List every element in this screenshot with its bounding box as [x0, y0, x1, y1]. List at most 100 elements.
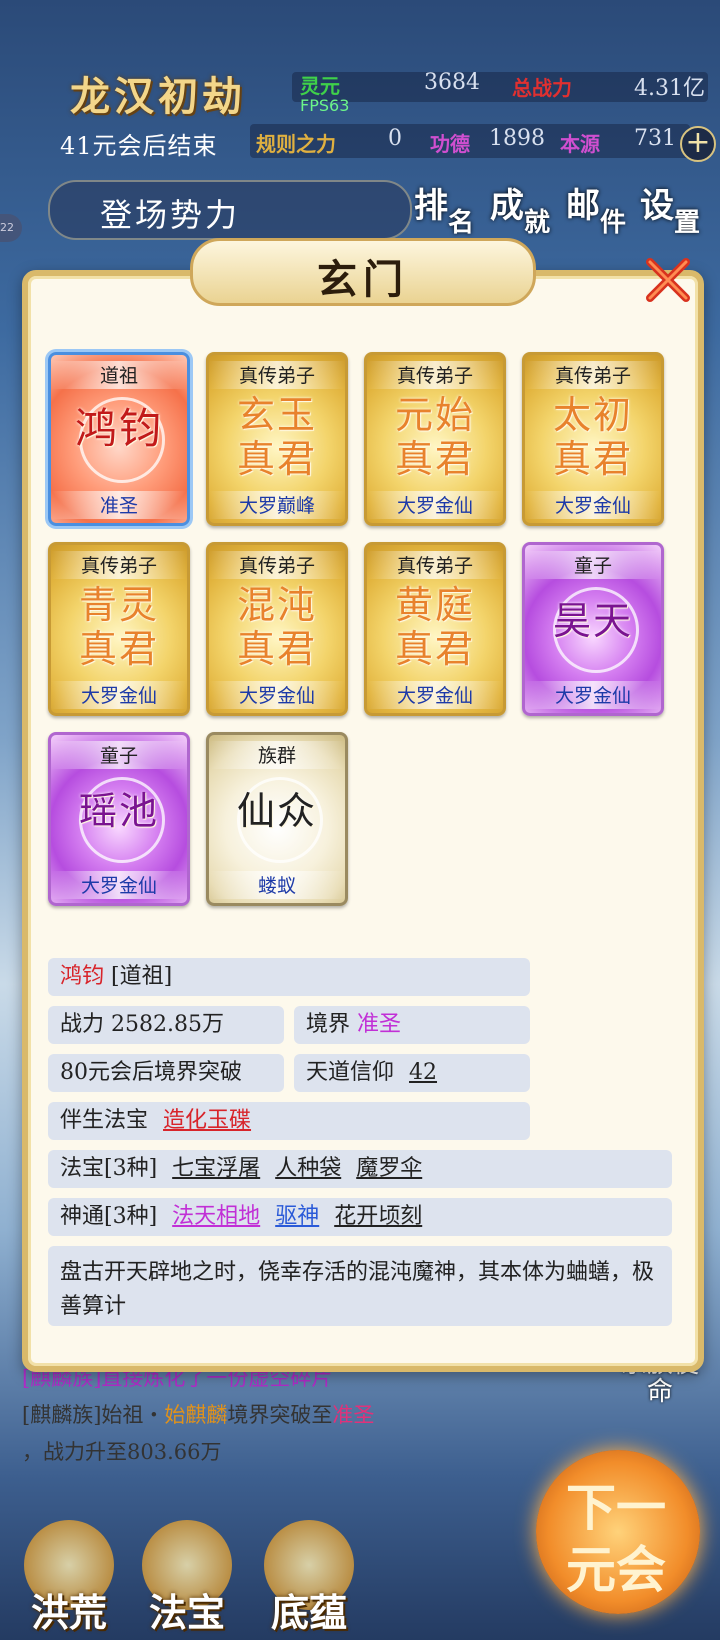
- card-name: 元始真君: [394, 393, 475, 481]
- nav-honghuang-button[interactable]: 洪荒: [14, 1520, 124, 1635]
- card-role: 真传弟子: [367, 361, 503, 389]
- fps-counter: FPS63: [300, 96, 350, 115]
- log-text-2a: 始祖・: [101, 1403, 165, 1427]
- nav-treasure-button[interactable]: 法宝: [132, 1520, 242, 1635]
- card-name: 昊天: [552, 599, 633, 643]
- stat-value-origin: 731: [634, 126, 676, 151]
- stat-label-lingyuan: 灵元: [300, 74, 340, 98]
- treasure-link-1[interactable]: 七宝浮屠: [172, 1156, 260, 1181]
- info-power-label: 战力: [60, 1012, 105, 1037]
- card-realm: 准圣: [51, 491, 187, 519]
- info-description: 盘古开天辟地之时，侥幸存活的混沌魔神，其本体为蛐蟮，极善算计: [48, 1246, 672, 1326]
- mail-button[interactable]: 邮 件: [566, 178, 636, 238]
- dialog-title: 玄门: [317, 256, 409, 303]
- card-role: 真传弟子: [525, 361, 661, 389]
- active-forces-button[interactable]: 登场势力: [48, 180, 412, 240]
- info-faith-row: 天道信仰 42: [294, 1054, 530, 1092]
- stat-label-origin: 本源: [560, 132, 600, 156]
- next-era-button[interactable]: 下一 元会: [536, 1450, 700, 1614]
- achievement-button[interactable]: 成 就: [490, 178, 560, 238]
- member-card[interactable]: 真传弟子混沌真君大罗金仙: [206, 542, 348, 716]
- info-name: 鸿钧: [60, 964, 105, 989]
- info-breakthrough-row: 80元会后境界突破: [48, 1054, 284, 1092]
- settings-label-b: 置: [674, 208, 701, 238]
- dialog-title-banner: 玄门: [190, 238, 536, 306]
- card-role: 童子: [51, 741, 187, 769]
- log-line-3: ，战力升至803.66万: [22, 1440, 222, 1464]
- close-icon: [646, 258, 690, 302]
- nav-heritage-button[interactable]: 底蕴: [254, 1520, 364, 1635]
- card-realm: 大罗巅峰: [209, 491, 345, 519]
- mail-label-a: 邮: [566, 186, 600, 226]
- stat-label-rule-power: 规则之力: [256, 132, 336, 156]
- card-role: 真传弟子: [209, 361, 345, 389]
- info-treasures-label: 法宝[3种]: [60, 1156, 158, 1181]
- nav-honghuang-label: 洪荒: [30, 1590, 107, 1635]
- card-role: 真传弟子: [51, 551, 187, 579]
- stat-label-total-power: 总战力: [512, 76, 572, 100]
- info-faith-label: 天道信仰: [306, 1060, 395, 1085]
- stat-label-merit: 功德: [430, 132, 470, 156]
- member-card[interactable]: 真传弟子玄玉真君大罗巅峰: [206, 352, 348, 526]
- settings-label-a: 设: [640, 186, 674, 226]
- card-name: 玄玉真君: [236, 393, 317, 481]
- achievement-label-b: 就: [524, 208, 551, 238]
- next-era-label-2: 元会: [566, 1540, 666, 1599]
- settings-button[interactable]: 设 置: [640, 178, 710, 238]
- info-powers-row: 神通[3种] 法天相地 驱神 花开顷刻: [48, 1198, 672, 1236]
- info-role: [道祖]: [111, 964, 173, 989]
- info-faith-value[interactable]: 42: [409, 1060, 437, 1085]
- companion-treasure-link[interactable]: 造化玉碟: [163, 1108, 251, 1133]
- member-card[interactable]: 道祖 鸿钧 准圣: [48, 352, 190, 526]
- stat-value-lingyuan: 3684: [424, 70, 480, 95]
- card-role: 真传弟子: [209, 551, 345, 579]
- stat-value-merit: 1898: [489, 126, 545, 151]
- power-link-3[interactable]: 花开顷刻: [334, 1204, 422, 1229]
- info-companion-label: 伴生法宝: [60, 1108, 149, 1133]
- card-realm: 大罗金仙: [367, 491, 503, 519]
- add-resource-button[interactable]: +: [680, 126, 716, 162]
- ranking-button[interactable]: 排 名: [414, 178, 484, 238]
- card-name: 仙众: [236, 789, 317, 833]
- card-realm: 蝼蚁: [209, 871, 345, 899]
- active-forces-label: 登场势力: [100, 196, 241, 234]
- card-name: 混沌真君: [236, 583, 317, 671]
- log-text-2b: 境界突破至: [227, 1403, 333, 1427]
- log-tag-2: [麒麟族]: [22, 1403, 102, 1427]
- close-button[interactable]: [640, 252, 696, 308]
- member-card[interactable]: 童子 昊天 大罗金仙: [522, 542, 664, 716]
- card-realm: 大罗金仙: [367, 681, 503, 709]
- card-role: 道祖: [51, 361, 187, 389]
- ranking-label-b: 名: [448, 208, 475, 238]
- info-powers-label: 神通[3种]: [60, 1204, 158, 1229]
- mail-label-b: 件: [600, 208, 627, 238]
- member-card[interactable]: 真传弟子 黄庭真君 大罗金仙: [364, 542, 506, 716]
- era-title: 龙汉初劫: [70, 73, 246, 120]
- log-name-2: 始麒麟: [164, 1403, 228, 1427]
- card-role: 童子: [525, 551, 661, 579]
- event-log: [麒麟族]直接炼化了一份虚空碎片 [麒麟族]始祖・始麒麟境界突破至准圣 ，战力升…: [22, 1360, 492, 1510]
- treasure-link-2[interactable]: 人种袋: [275, 1156, 341, 1181]
- card-role: 真传弟子: [367, 551, 503, 579]
- treasure-link-3[interactable]: 魔罗伞: [356, 1156, 422, 1181]
- member-card[interactable]: 真传弟子元始真君大罗金仙: [364, 352, 506, 526]
- power-link-2[interactable]: 驱神: [275, 1204, 319, 1229]
- info-name-row: 鸿钧 [道祖]: [48, 958, 530, 996]
- card-realm: 大罗金仙: [51, 871, 187, 899]
- log-realm-2: 准圣: [332, 1403, 375, 1427]
- member-card[interactable]: 童子 瑶池 大罗金仙: [48, 732, 190, 906]
- nav-heritage-label: 底蕴: [270, 1590, 347, 1635]
- member-card[interactable]: 真传弟子 太初真君 大罗金仙: [522, 352, 664, 526]
- card-name: 青灵真君: [78, 583, 159, 671]
- era-countdown: 41元会后结束: [60, 132, 218, 160]
- info-treasures-row: 法宝[3种] 七宝浮屠 人种袋 魔罗伞: [48, 1150, 672, 1188]
- card-realm: 大罗金仙: [209, 681, 345, 709]
- nav-treasure-label: 法宝: [148, 1590, 225, 1635]
- member-card[interactable]: 族群 仙众 蝼蚁: [206, 732, 348, 906]
- card-realm: 大罗金仙: [525, 491, 661, 519]
- left-edge-tab[interactable]: 22: [0, 214, 22, 242]
- member-card[interactable]: 真传弟子 青灵真君 大罗金仙: [48, 542, 190, 716]
- log-line-2: [麒麟族]始祖・始麒麟境界突破至准圣: [22, 1397, 492, 1434]
- power-link-1[interactable]: 法天相地: [172, 1204, 260, 1229]
- card-realm: 大罗金仙: [525, 681, 661, 709]
